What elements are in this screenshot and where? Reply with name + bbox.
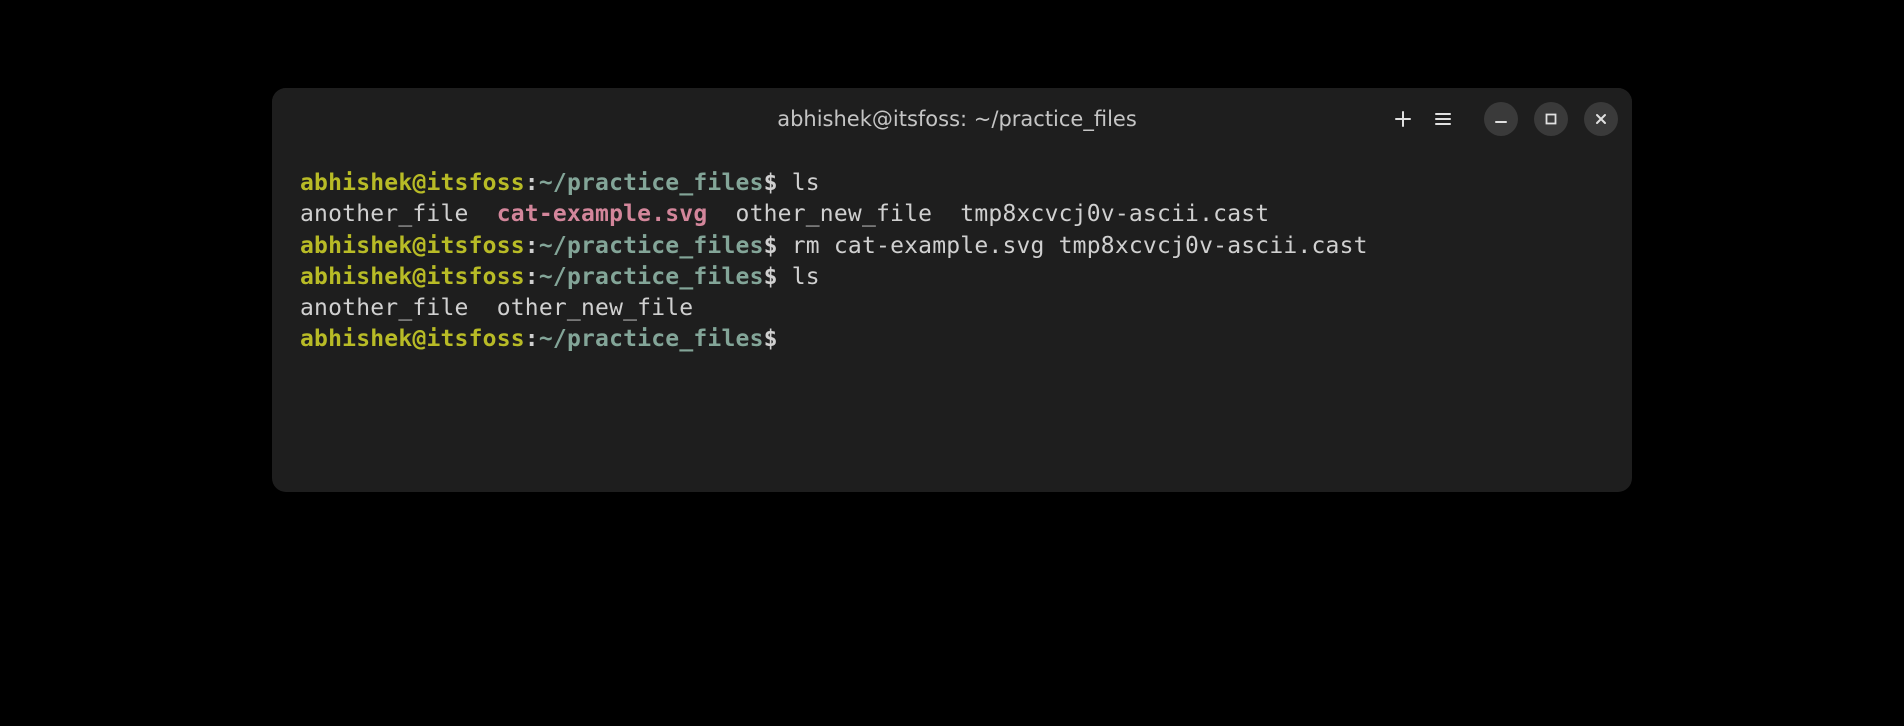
prompt-colon: : [525, 326, 539, 352]
prompt-at: @ [412, 264, 426, 290]
terminal-line: abhishek@itsfoss:~/practice_files$ [300, 324, 1604, 355]
file-name: tmp8xcvcj0v-ascii.cast [960, 201, 1269, 227]
prompt-user: abhishek [300, 170, 412, 196]
file-name: cat-example.svg [497, 201, 708, 227]
terminal-window: abhishek@itsfoss: ~/practice_files [272, 88, 1632, 492]
prompt-dollar: $ [764, 326, 778, 352]
prompt-colon: : [525, 233, 539, 259]
terminal-line: another_file other_new_file [300, 293, 1604, 324]
close-button[interactable] [1584, 102, 1618, 136]
prompt-at: @ [412, 233, 426, 259]
prompt-at: @ [412, 326, 426, 352]
window-title: abhishek@itsfoss: ~/practice_files [777, 107, 1137, 131]
prompt-path: ~/practice_files [539, 170, 764, 196]
prompt-host: itsfoss [426, 170, 524, 196]
file-name: another_file [300, 201, 469, 227]
command-text: ls [778, 264, 820, 290]
prompt-dollar: $ [764, 170, 778, 196]
prompt-colon: : [525, 264, 539, 290]
prompt-user: abhishek [300, 264, 412, 290]
titlebar: abhishek@itsfoss: ~/practice_files [272, 88, 1632, 150]
prompt-host: itsfoss [426, 326, 524, 352]
prompt-dollar: $ [764, 264, 778, 290]
minimize-button[interactable] [1484, 102, 1518, 136]
terminal-line: abhishek@itsfoss:~/practice_files$ rm ca… [300, 231, 1604, 262]
terminal-output[interactable]: abhishek@itsfoss:~/practice_files$ ls an… [272, 150, 1632, 492]
prompt-path: ~/practice_files [539, 264, 764, 290]
terminal-line: another_file cat-example.svg other_new_f… [300, 199, 1604, 230]
file-name: another_file [300, 295, 469, 321]
menu-button[interactable] [1432, 108, 1454, 130]
file-name: other_new_file [736, 201, 933, 227]
command-text: ls [778, 170, 820, 196]
prompt-user: abhishek [300, 233, 412, 259]
titlebar-actions [1392, 102, 1618, 136]
prompt-path: ~/practice_files [539, 326, 764, 352]
prompt-dollar: $ [764, 233, 778, 259]
prompt-host: itsfoss [426, 264, 524, 290]
prompt-at: @ [412, 170, 426, 196]
prompt-user: abhishek [300, 326, 412, 352]
command-text [778, 326, 792, 352]
terminal-line: abhishek@itsfoss:~/practice_files$ ls [300, 262, 1604, 293]
prompt-host: itsfoss [426, 233, 524, 259]
maximize-button[interactable] [1534, 102, 1568, 136]
terminal-line: abhishek@itsfoss:~/practice_files$ ls [300, 168, 1604, 199]
prompt-path: ~/practice_files [539, 233, 764, 259]
command-text: rm cat-example.svg tmp8xcvcj0v-ascii.cas… [778, 233, 1368, 259]
prompt-colon: : [525, 170, 539, 196]
file-name: other_new_file [497, 295, 694, 321]
new-tab-button[interactable] [1392, 108, 1414, 130]
